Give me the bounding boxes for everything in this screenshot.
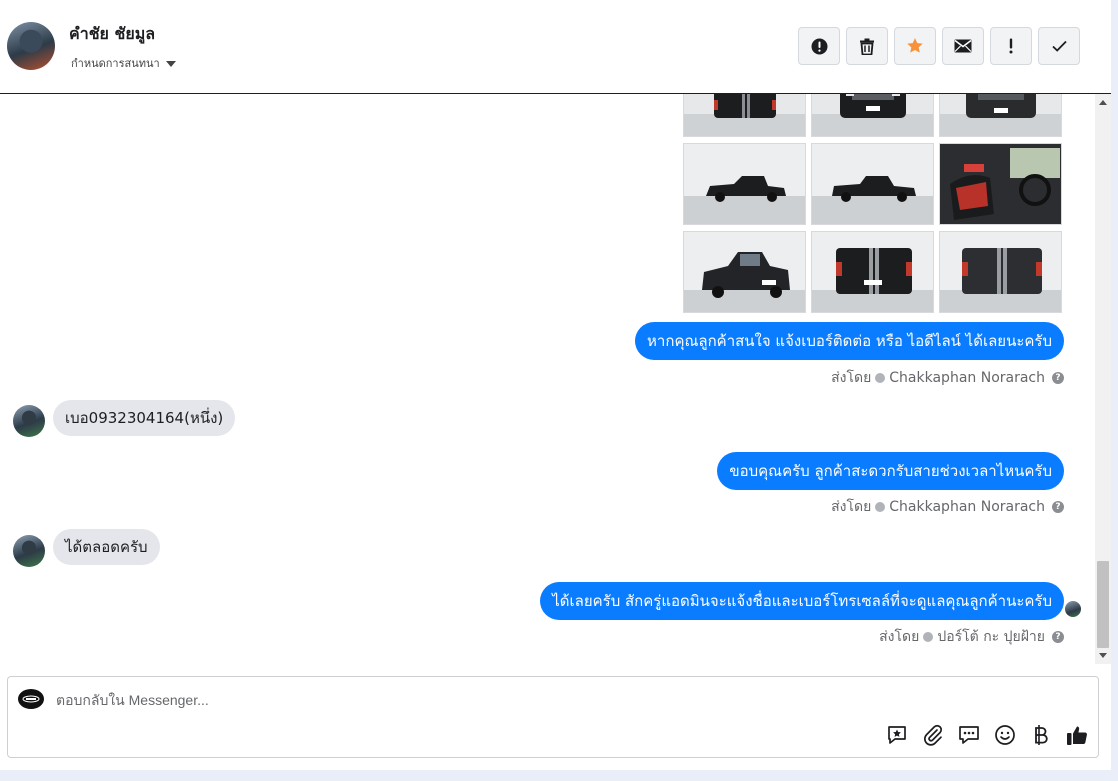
message-text: ได้เลยครับ สักครู่แอดมินจะแจ้งชื่อและเบอ…	[552, 592, 1052, 610]
sender-name: Chakkaphan Norarach	[889, 370, 1045, 386]
sent-by-line: ส่งโดย Chakkaphan Norarach ?	[831, 496, 1064, 518]
incoming-message-bubble[interactable]: เบอ0932304164(หนึ่ง)	[53, 400, 236, 436]
truck-photo[interactable]	[683, 231, 806, 313]
follow-up-button[interactable]	[990, 27, 1032, 65]
baht-icon	[1035, 725, 1048, 745]
sent-by-label: ส่งโดย	[831, 370, 872, 386]
scrollbar-thumb[interactable]	[1097, 561, 1109, 648]
contact-avatar-small	[13, 405, 45, 437]
sender-name: Chakkaphan Norarach	[889, 499, 1045, 515]
outgoing-message-bubble[interactable]: ขอบคุณครับ ลูกค้าสะดวกรับสายช่วงเวลาไหนค…	[717, 452, 1064, 490]
outgoing-message-bubble[interactable]: หากคุณลูกค้าสนใจ แจ้งเบอร์ติดต่อ หรือ ไอ…	[635, 322, 1064, 360]
help-icon[interactable]: ?	[1052, 501, 1064, 513]
checkmark-icon	[1051, 40, 1067, 52]
thread-scrollbar[interactable]	[1095, 94, 1111, 664]
truck-interior-photo[interactable]	[939, 143, 1062, 225]
alert-circle-icon	[811, 38, 827, 54]
emoji-button[interactable]	[993, 723, 1017, 747]
help-icon[interactable]: ?	[1052, 631, 1064, 643]
inbox-conversation-panel: คำชัย ชัยมูล กำหนดการสนทนา หากคุณลูกค้าส…	[0, 0, 1111, 770]
saved-reply-icon	[888, 726, 906, 744]
truck-photo[interactable]	[939, 231, 1062, 313]
truck-photo[interactable]	[683, 143, 806, 225]
star-icon	[907, 38, 923, 53]
trash-icon	[860, 38, 874, 55]
envelope-icon	[954, 39, 972, 53]
message-thread[interactable]: หากคุณลูกค้าสนใจ แจ้งเบอร์ติดต่อ หรือ ไอ…	[0, 94, 1095, 664]
scroll-up-arrow-icon[interactable]	[1099, 100, 1107, 105]
outgoing-message-bubble[interactable]: ได้เลยครับ สักครู่แอดมินจะแจ้งชื่อและเบอ…	[540, 582, 1064, 620]
emoji-icon	[995, 725, 1015, 745]
caret-down-icon	[165, 60, 176, 67]
verified-check-icon	[875, 373, 886, 383]
quick-replies-button[interactable]	[957, 723, 981, 747]
truck-photo[interactable]	[811, 143, 934, 225]
payment-button[interactable]	[1029, 723, 1053, 747]
seen-indicator-avatar	[1065, 601, 1081, 617]
contact-avatar[interactable]	[7, 22, 55, 70]
assign-conversation-label: กำหนดการสนทนา	[71, 57, 160, 70]
mark-spam-button[interactable]	[798, 27, 840, 65]
sent-by-line: ส่งโดย ปอร์โต้ กะ ปุยฝ้าย ?	[879, 626, 1064, 648]
truck-photo[interactable]	[811, 94, 934, 137]
conversation-header: คำชัย ชัยมูล กำหนดการสนทนา	[0, 0, 1111, 94]
reply-input[interactable]	[56, 687, 836, 713]
delete-button[interactable]	[846, 27, 888, 65]
assign-conversation-dropdown[interactable]: กำหนดการสนทนา	[71, 54, 176, 72]
truck-photo[interactable]	[939, 94, 1062, 137]
chat-bubbles-icon	[959, 726, 979, 744]
incoming-message-bubble[interactable]: ได้ตลอดครับ	[53, 529, 160, 565]
sent-by-line: ส่งโดย Chakkaphan Norarach ?	[831, 367, 1064, 389]
help-icon[interactable]: ?	[1052, 372, 1064, 384]
attachment-icon	[924, 724, 943, 746]
verified-check-icon	[923, 632, 934, 642]
contact-avatar-small	[13, 535, 45, 567]
saved-reply-button[interactable]	[885, 723, 909, 747]
contact-name[interactable]: คำชัย ชัยมูล	[69, 22, 155, 47]
verified-check-icon	[875, 502, 886, 512]
message-text: หากคุณลูกค้าสนใจ แจ้งเบอร์ติดต่อ หรือ ไอ…	[647, 332, 1052, 350]
star-button[interactable]	[894, 27, 936, 65]
sent-by-label: ส่งโดย	[831, 499, 872, 515]
reply-composer	[7, 676, 1099, 758]
send-like-button[interactable]	[1065, 723, 1089, 747]
page-logo-avatar	[18, 689, 44, 709]
sent-by-label: ส่งโดย	[879, 629, 920, 645]
attach-file-button[interactable]	[921, 723, 945, 747]
message-text: ขอบคุณครับ ลูกค้าสะดวกรับสายช่วงเวลาไหนค…	[729, 462, 1052, 480]
scroll-down-arrow-icon[interactable]	[1099, 653, 1107, 658]
message-text: เบอ0932304164(หนึ่ง)	[65, 409, 224, 427]
thumbs-up-icon	[1067, 726, 1087, 745]
sender-name: ปอร์โต้ กะ ปุยฝ้าย	[937, 629, 1045, 645]
mark-done-button[interactable]	[1038, 27, 1080, 65]
truck-photo[interactable]	[811, 231, 934, 313]
message-text: ได้ตลอดครับ	[65, 538, 148, 556]
truck-photo[interactable]	[683, 94, 806, 137]
photo-gallery	[683, 94, 1063, 315]
exclamation-icon	[1009, 38, 1013, 54]
mark-unread-button[interactable]	[942, 27, 984, 65]
